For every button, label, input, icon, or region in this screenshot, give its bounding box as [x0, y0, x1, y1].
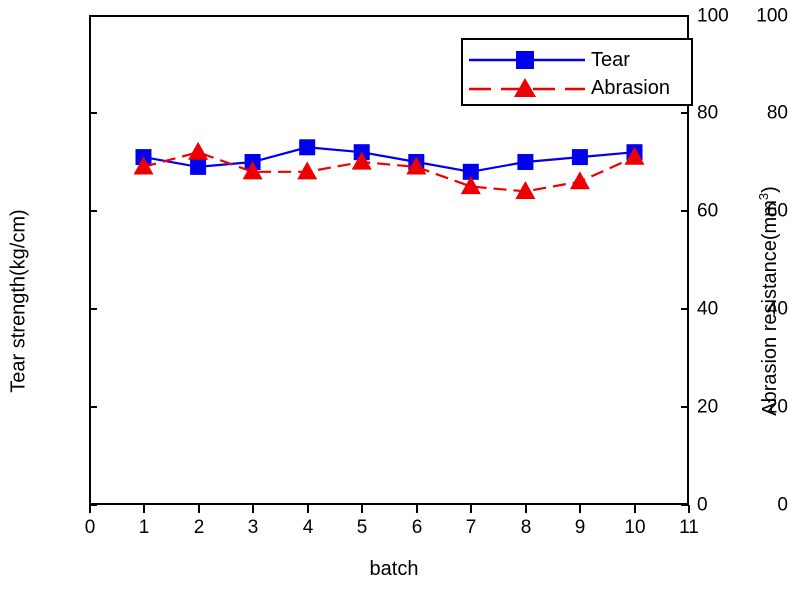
- y-axis-right-title: Abrasion resistance(mm3): [756, 86, 782, 516]
- chart-figure: 0 20 40 60 80 100 0 20 40 60 80 100 0 1 …: [0, 0, 788, 601]
- legend-label-tear: Tear: [591, 49, 630, 71]
- x-tick-label-8: 8: [520, 517, 532, 538]
- y-axis-right-title-end: ): [758, 185, 781, 193]
- legend: Tear Abrasion: [461, 38, 693, 106]
- x-tick-label-9: 9: [574, 517, 586, 538]
- x-tick-label-4: 4: [302, 517, 314, 538]
- x-tick-label-0: 0: [84, 517, 96, 538]
- x-axis-title: batch: [369, 558, 419, 580]
- legend-item-tear: Tear: [463, 46, 695, 74]
- y-axis-right-title-main: Abrasion resistance(mm: [758, 199, 781, 416]
- y-tick-label-right-40: 40: [697, 298, 719, 320]
- y-axis-right-title-superscript: 3: [756, 192, 772, 200]
- x-tick-label-2: 2: [193, 517, 205, 538]
- x-tick-label-11: 11: [679, 517, 699, 538]
- legend-marker-square-icon: [463, 47, 591, 73]
- x-tick-label-10: 10: [624, 517, 646, 538]
- y-tick-label-right-20: 20: [697, 396, 719, 418]
- x-tick-label-1: 1: [138, 517, 150, 538]
- x-tick-label-3: 3: [247, 517, 259, 538]
- legend-item-abrasion: Abrasion: [463, 74, 695, 102]
- y-tick-label-right-0: 0: [697, 494, 708, 516]
- legend-label-abrasion: Abrasion: [591, 77, 670, 99]
- y-tick-label-right-100: 100: [697, 5, 729, 27]
- legend-marker-triangle-icon: [463, 75, 591, 101]
- x-tick-label-5: 5: [356, 517, 368, 538]
- y-tick-label-right-80: 80: [697, 102, 719, 124]
- x-tick-label-6: 6: [411, 517, 423, 538]
- y-tick-label-right-60: 60: [697, 200, 719, 222]
- x-tick-label-7: 7: [465, 517, 477, 538]
- y-axis-left-title: Tear strength(kg/cm): [7, 208, 30, 393]
